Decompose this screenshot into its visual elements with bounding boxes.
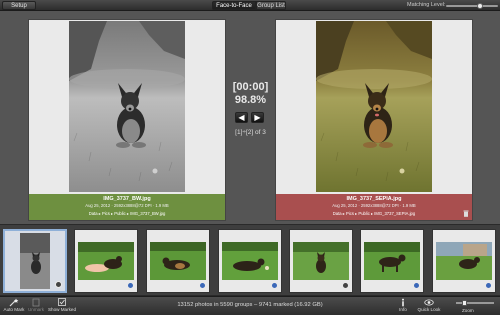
zoom-slider[interactable] bbox=[456, 300, 494, 306]
zoom-label: Zoom bbox=[462, 308, 474, 313]
matching-level-knob[interactable] bbox=[476, 3, 483, 9]
status-summary: 13152 photos in 5590 groups – 9741 marke… bbox=[177, 302, 323, 308]
bw-dog-photo bbox=[69, 21, 185, 192]
left-file-name: IMG_3737_BW.jpg bbox=[103, 196, 151, 202]
right-file-meta: Aug 25, 2012 · 2592x3888@72 DPI · 1.9 MB bbox=[332, 203, 416, 208]
checkbox-icon bbox=[58, 298, 66, 306]
marked-badge[interactable] bbox=[127, 282, 134, 289]
unmark-label: Unmark bbox=[27, 307, 45, 312]
setup-button[interactable]: Setup bbox=[2, 1, 36, 10]
pair-counter: [1]÷[2] of 3 bbox=[235, 129, 266, 136]
top-toolbar: Setup Face-to-Face Group List Matching L… bbox=[0, 0, 500, 11]
thumbnail-3[interactable] bbox=[146, 229, 210, 293]
compare-area: IMG_3737_BW.jpg Aug 25, 2012 · 2592x3888… bbox=[0, 11, 500, 224]
matching-level-slider[interactable] bbox=[446, 3, 498, 9]
similarity-percent: 98.8% bbox=[234, 94, 267, 106]
tab-face-to-face[interactable]: Face-to-Face bbox=[212, 1, 256, 10]
thumbnail-1[interactable] bbox=[3, 229, 67, 293]
left-photo-panel: IMG_3737_BW.jpg Aug 25, 2012 · 2592x3888… bbox=[28, 19, 226, 221]
quick-look-button[interactable]: Quick Look bbox=[415, 298, 443, 312]
arrow-left-icon: ◀ bbox=[238, 113, 245, 122]
right-photo-caption: IMG_3737_SEPIA.jpg Aug 25, 2012 · 2592x3… bbox=[276, 194, 472, 220]
unmark-button[interactable]: Unmark bbox=[26, 298, 46, 312]
tab-group-list[interactable]: Group List bbox=[256, 1, 286, 10]
marked-badge[interactable] bbox=[271, 282, 278, 289]
timer-readout: [00:00] bbox=[232, 81, 269, 93]
magic-wand-icon bbox=[9, 298, 19, 307]
trash-icon[interactable] bbox=[463, 210, 469, 217]
info-label: Info bbox=[399, 307, 407, 312]
group-filmstrip bbox=[0, 224, 500, 296]
right-file-name: IMG_3737_SEPIA.jpg bbox=[346, 196, 402, 202]
marked-badge[interactable] bbox=[199, 282, 206, 289]
right-photo-panel: IMG_3737_SEPIA.jpg Aug 25, 2012 · 2592x3… bbox=[275, 19, 473, 221]
left-photo-caption: IMG_3737_BW.jpg Aug 25, 2012 · 2592x3888… bbox=[29, 194, 225, 220]
marked-badge[interactable] bbox=[55, 281, 62, 288]
info-icon bbox=[402, 298, 404, 307]
info-button[interactable]: Info bbox=[396, 298, 410, 312]
right-file-path[interactable]: Data ▸ Pics ▸ Public ▸ IMG_3737_SEPIA.jp… bbox=[276, 211, 472, 216]
thumbnail-5[interactable] bbox=[289, 229, 353, 293]
matching-level-label: Matching Level: bbox=[407, 2, 446, 8]
thumbnail-4[interactable] bbox=[218, 229, 282, 293]
next-pair-button[interactable]: ▶ bbox=[251, 112, 264, 123]
thumbnail-2[interactable] bbox=[74, 229, 138, 293]
marked-badge[interactable] bbox=[485, 282, 492, 289]
sepia-dog-photo bbox=[316, 21, 432, 192]
comparison-info: [00:00] 98.8% ◀ ▶ [1]÷[2] of 3 bbox=[226, 81, 275, 136]
show-marked-label: Show Marked bbox=[47, 307, 77, 312]
thumbnail-6[interactable] bbox=[360, 229, 424, 293]
thumbnail-7[interactable] bbox=[432, 229, 496, 293]
arrow-right-icon: ▶ bbox=[254, 113, 261, 122]
left-file-path[interactable]: Data ▸ Pics ▸ Public ▸ IMG_3737_BW.jpg bbox=[29, 211, 225, 216]
auto-mark-label: Auto Mark bbox=[3, 307, 25, 312]
quick-look-label: Quick Look bbox=[417, 307, 441, 312]
unmark-icon bbox=[32, 298, 40, 307]
marked-badge[interactable] bbox=[342, 282, 349, 289]
bottom-toolbar: Auto Mark Unmark Show Marked 13152 photo… bbox=[0, 296, 500, 315]
zoom-knob[interactable] bbox=[462, 300, 467, 306]
marked-badge[interactable] bbox=[413, 282, 420, 289]
left-photo[interactable] bbox=[69, 21, 185, 192]
left-file-meta: Aug 25, 2012 · 2592x3888@72 DPI · 1.9 MB bbox=[85, 203, 169, 208]
right-photo[interactable] bbox=[316, 21, 432, 192]
previous-pair-button[interactable]: ◀ bbox=[235, 112, 248, 123]
eye-icon bbox=[424, 299, 434, 306]
show-marked-button[interactable]: Show Marked bbox=[47, 298, 77, 312]
auto-mark-button[interactable]: Auto Mark bbox=[3, 298, 25, 312]
